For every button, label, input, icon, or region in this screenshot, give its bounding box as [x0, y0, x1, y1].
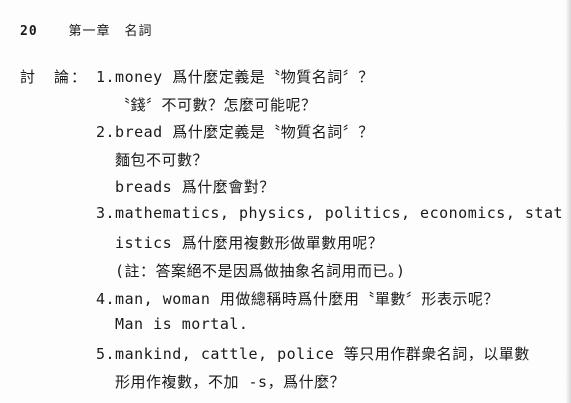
chapter-title: 第一章 名詞 — [68, 24, 153, 39]
question-5-line-1: 5.mankind, cattle, police 等只用作群衆名詞，以單數 — [96, 345, 530, 363]
question-2-line-1: 2.bread 爲什麼定義是〝物質名詞〞？ — [96, 123, 374, 141]
book-page: 20 第一章 名詞 討 論： 1.money 爲什麼定義是〝物質名詞〞？ 〝錢〞… — [0, 0, 571, 403]
page-edge-shadow — [565, 0, 571, 403]
question-4-line-1: 4.man, woman 用做總稱時爲什麼用〝單數〞形表示呢？ — [96, 290, 499, 308]
page-number: 20 — [20, 24, 38, 39]
question-2-line-3: breads 爲什麼會對？ — [115, 178, 275, 196]
question-5-line-2: 形用作複數，不加 -s，爲什麼？ — [115, 373, 346, 391]
question-3-line-2: istics 爲什麼用複數形做單數用呢？ — [115, 234, 384, 252]
question-2-line-2: 麵包不可數？ — [115, 151, 209, 169]
page-header: 20 第一章 名詞 — [20, 20, 153, 39]
question-1-line-2: 〝錢〞不可數？怎麼可能呢？ — [115, 96, 317, 114]
question-4-line-2: Man is mortal. — [115, 315, 249, 333]
question-1-line-1: 1.money 爲什麼定義是〝物質名詞〞？ — [96, 68, 374, 86]
discussion-label: 討 論： — [20, 68, 89, 86]
question-3-line-1: 3.mathematics, physics, politics, econom… — [96, 204, 571, 222]
question-3-note: (註：答案絕不是因爲做抽象名詞用而已。) — [115, 262, 406, 280]
